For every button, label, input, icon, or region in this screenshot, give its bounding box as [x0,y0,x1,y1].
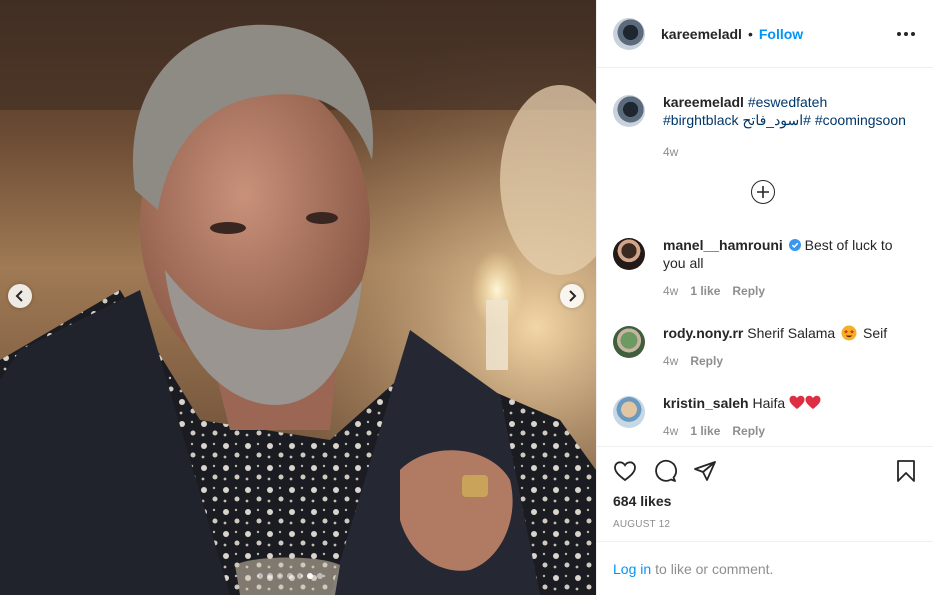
next-slide-button[interactable] [560,284,584,308]
red-heart-emoji [789,395,805,409]
reply-button[interactable]: Reply [732,284,765,298]
carousel-dot [277,573,283,579]
share-paper-plane-icon[interactable] [693,459,717,483]
comments-list[interactable]: kareemeladl #eswedfateh #birghtblack #اس… [597,69,933,446]
post-date[interactable]: AUGUST 12 [597,519,933,530]
owner-username[interactable]: kareemeladl [661,26,742,42]
commenter-avatar[interactable] [613,396,645,428]
carousel-dot [317,573,323,579]
comment-meta: 4w 1 like Reply [663,424,918,438]
follow-button[interactable]: Follow [759,26,803,42]
comment-age[interactable]: 4w [663,424,678,438]
comment-age[interactable]: 4w [663,284,678,298]
comment-item: manel__hamrouni Best of luck to you all … [613,236,918,298]
caption-age[interactable]: 4w [663,145,678,159]
comment-text: kristin_saleh Haifa [663,394,918,412]
comment-text: manel__hamrouni Best of luck to you all [663,236,918,272]
commenter-avatar[interactable] [613,238,645,270]
hashtag-link[interactable]: #coomingsoon [815,112,906,128]
plus-icon [757,186,769,198]
carousel-dot-active [307,573,313,579]
comment-likes[interactable]: 1 like [690,284,720,298]
post-header: kareemeladl • Follow [597,0,933,68]
carousel-dot [267,573,273,579]
post-sidebar: kareemeladl • Follow kareemeladl #eswedf… [596,0,933,595]
carousel-dot [287,573,293,579]
comment-body: Sherif Salama [747,325,836,341]
commenter-username[interactable]: kristin_saleh [663,395,749,411]
login-prompt-text: to like or comment. [655,560,774,577]
verified-badge-icon [788,239,801,251]
reply-button[interactable]: Reply [732,424,765,438]
hashtag-link[interactable]: #eswedfateh [748,94,827,110]
caption-text: kareemeladl #eswedfateh #birghtblack #اس… [663,93,918,129]
comment-age[interactable]: 4w [663,354,678,368]
chevron-left-icon [15,290,23,302]
carousel-dot [257,573,263,579]
comment-body-end: Seif [863,325,888,341]
post-media[interactable] [0,0,596,595]
hashtag-link[interactable]: #birghtblack [663,112,739,128]
post-photo [0,0,596,595]
comment-body: Haifa [752,395,786,411]
commenter-avatar[interactable] [613,326,645,358]
caption-avatar[interactable] [613,95,645,127]
post-actions-section: 684 likes AUGUST 12 [597,446,933,541]
action-bar [597,447,933,495]
save-bookmark-icon[interactable] [894,459,918,483]
caption: kareemeladl #eswedfateh #birghtblack #اس… [613,93,918,159]
carousel-indicator [257,573,323,579]
likes-count[interactable]: 684 likes [597,493,933,509]
carousel-dot [297,573,303,579]
comment-bubble-icon[interactable] [653,459,677,483]
star-struck-emoji [841,325,857,341]
comment-likes[interactable]: 1 like [690,424,720,438]
comment-meta: 4w Reply [663,354,918,368]
login-link[interactable]: Log in [613,561,651,577]
hashtag-link[interactable]: #اسود_فاتح [742,112,811,128]
chevron-right-icon [569,290,577,302]
red-heart-emoji [805,395,821,409]
caption-username[interactable]: kareemeladl [663,94,744,110]
commenter-username[interactable]: manel__hamrouni [663,237,783,253]
comment-item: rody.nony.rr Sherif Salama Seif 4w Reply [613,324,918,368]
comment-text: rody.nony.rr Sherif Salama Seif [663,324,918,342]
load-more-comments-button[interactable] [751,180,775,204]
caption-meta: 4w [663,145,918,159]
like-heart-icon[interactable] [613,459,637,483]
previous-slide-button[interactable] [8,284,32,308]
header-separator: • [747,25,753,42]
reply-button[interactable]: Reply [690,354,723,368]
commenter-username[interactable]: rody.nony.rr [663,325,743,341]
more-options-icon[interactable] [895,26,917,42]
comment-meta: 4w 1 like Reply [663,284,918,298]
comment-item: kristin_saleh Haifa 4w 1 like Reply [613,394,918,438]
owner-avatar[interactable] [613,17,645,50]
login-prompt: Log in to like or comment. [597,541,933,595]
